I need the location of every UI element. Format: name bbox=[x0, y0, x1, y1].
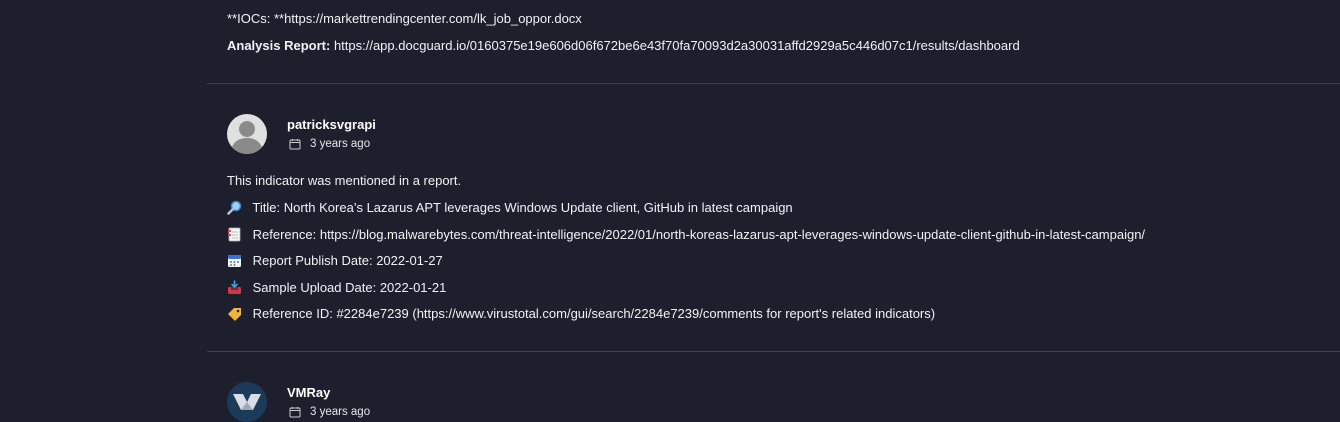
publish-date-line: Report Publish Date: 2022-01-27 bbox=[227, 252, 443, 270]
avatar[interactable] bbox=[227, 114, 267, 154]
comment-timestamp: 3 years ago bbox=[289, 405, 370, 419]
time-ago: 3 years ago bbox=[310, 406, 371, 418]
upload-date-line: Sample Upload Date: 2022-01-21 bbox=[227, 279, 446, 297]
reference-id-line: Reference ID: #2284e7239 (https://www.vi… bbox=[227, 305, 935, 323]
iocs-line: **IOCs: **https://markettrendingcenter.c… bbox=[227, 10, 582, 28]
default-user-avatar-icon bbox=[227, 114, 267, 154]
bookmark-tabs-icon bbox=[228, 227, 241, 242]
upload-value: 2022-01-21 bbox=[379, 280, 447, 295]
comment-author[interactable]: patricksvgrapi bbox=[287, 117, 376, 133]
calendar-icon bbox=[289, 407, 301, 418]
comment-divider bbox=[207, 351, 1340, 352]
reference-line: Reference: https://blog.malwarebytes.com… bbox=[227, 226, 1145, 244]
analysis-report-line: Analysis Report: https://app.docguard.io… bbox=[227, 37, 1020, 55]
publish-value: 2022-01-27 bbox=[376, 253, 443, 268]
comment-author[interactable]: VMRay bbox=[287, 385, 330, 401]
refid-value[interactable]: #2284e7239 (https://www.virustotal.com/g… bbox=[336, 306, 935, 321]
comment-intro: This indicator was mentioned in a report… bbox=[227, 173, 462, 188]
comments-feed: **IOCs: **https://markettrendingcenter.c… bbox=[0, 0, 1340, 422]
analysis-report-link[interactable]: https://app.docguard.io/0160375e19e606d0… bbox=[334, 38, 1020, 53]
publish-label: Report Publish Date: bbox=[252, 253, 373, 268]
comment-timestamp: 3 years ago bbox=[289, 137, 370, 151]
vmray-logo-icon bbox=[227, 382, 267, 422]
upload-label: Sample Upload Date: bbox=[252, 280, 377, 295]
reference-link[interactable]: https://blog.malwarebytes.com/threat-int… bbox=[320, 227, 1145, 242]
calendar-emoji-icon bbox=[228, 255, 241, 267]
avatar[interactable] bbox=[227, 382, 267, 422]
report-title-line: Title: North Korea’s Lazarus APT leverag… bbox=[227, 199, 793, 217]
refid-label: Reference ID: bbox=[252, 306, 333, 321]
title-label: Title: bbox=[252, 200, 281, 215]
magnifying-glass-icon bbox=[227, 200, 242, 215]
comment-divider bbox=[207, 83, 1340, 84]
reference-label: Reference: bbox=[252, 227, 317, 242]
inbox-tray-icon bbox=[228, 280, 241, 294]
iocs-label: **IOCs: ** bbox=[227, 11, 285, 26]
analysis-report-label: Analysis Report: bbox=[227, 38, 331, 53]
label-tag-icon bbox=[228, 308, 241, 321]
time-ago: 3 years ago bbox=[310, 138, 371, 150]
calendar-icon bbox=[289, 139, 301, 150]
iocs-link[interactable]: https://markettrendingcenter.com/lk_job_… bbox=[284, 11, 582, 26]
title-value: North Korea’s Lazarus APT leverages Wind… bbox=[283, 200, 793, 215]
